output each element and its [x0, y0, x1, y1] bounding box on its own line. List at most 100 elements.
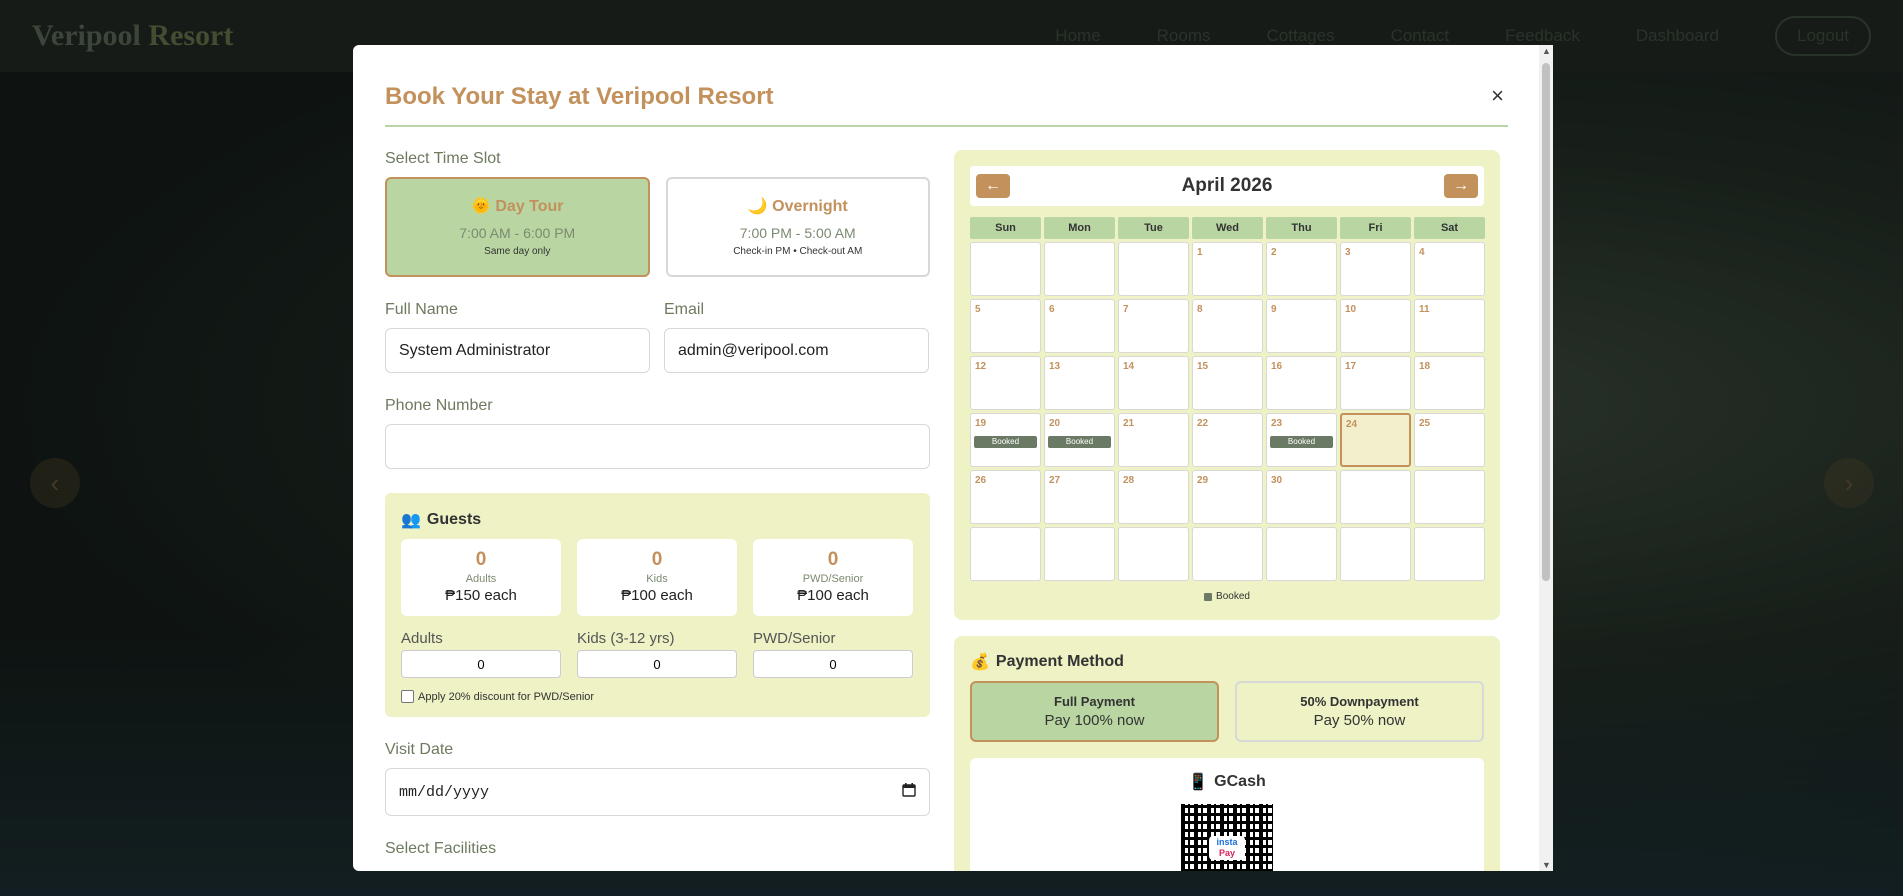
full-payment-option[interactable]: Full Payment Pay 100% now [970, 681, 1219, 742]
modal-content: Book Your Stay at Veripool Resort × Sele… [385, 45, 1508, 871]
kids-input[interactable]: 0 [577, 650, 737, 678]
instapay-logo: insta Pay [1209, 836, 1245, 860]
calendar-day[interactable]: 2 [1266, 242, 1337, 296]
slot-note: Check-in PM • Check-out AM [733, 246, 863, 257]
calendar-day[interactable]: 29 [1192, 470, 1263, 524]
kids-count: 0 [651, 549, 663, 570]
visit-date-input[interactable]: mm/dd/yyyy [385, 768, 930, 816]
day-number: 7 [1123, 304, 1129, 315]
calendar-day[interactable]: 18 [1414, 356, 1485, 410]
weekday-sat: Sat [1414, 217, 1485, 239]
day-number: 8 [1197, 304, 1203, 315]
modal-scrollbar[interactable]: ▲ ▼ [1539, 45, 1553, 871]
calendar-day[interactable]: 12 [970, 356, 1041, 410]
adults-count: 0 [475, 549, 487, 570]
calendar-day[interactable]: 10 [1340, 299, 1411, 353]
calendar-day[interactable]: 22 [1192, 413, 1263, 467]
modal-title: Book Your Stay at Veripool Resort [385, 83, 774, 110]
prev-month-button[interactable]: ← [976, 174, 1010, 198]
day-number: 24 [1346, 419, 1358, 430]
calendar-day[interactable]: 6 [1044, 299, 1115, 353]
scroll-down-icon[interactable]: ▼ [1542, 860, 1551, 870]
kids-input-label: Kids (3-12 yrs) [577, 630, 675, 647]
close-button[interactable]: × [1491, 83, 1504, 109]
day-number: 2 [1271, 247, 1277, 258]
calendar-day[interactable]: 21 [1118, 413, 1189, 467]
day-number: 5 [975, 304, 981, 315]
calendar-day[interactable]: 30 [1266, 470, 1337, 524]
calendar-day[interactable]: 27 [1044, 470, 1115, 524]
adults-type: Adults [465, 573, 497, 585]
weekday-thu: Thu [1266, 217, 1337, 239]
adults-input[interactable]: 0 [401, 650, 561, 678]
slot-day-tour[interactable]: 🌞 Day Tour 7:00 AM - 6:00 PM Same day on… [385, 177, 650, 277]
calendar-day[interactable]: 23 Booked [1266, 413, 1337, 467]
calendar-day[interactable]: 24 [1340, 413, 1411, 467]
calendar-day[interactable]: 9 [1266, 299, 1337, 353]
name-email-row: Full Name System Administrator Email adm… [385, 301, 930, 373]
availability-calendar: ← April 2026 → Sun Mon Tue Wed Thu Fri Sat 123… [954, 150, 1500, 620]
calendar-day[interactable]: 7 [1118, 299, 1189, 353]
calendar-day[interactable]: 4 [1414, 242, 1485, 296]
phone-label: Phone Number [385, 397, 493, 414]
day-number: 13 [1049, 361, 1061, 372]
calendar-day[interactable]: 3 [1340, 242, 1411, 296]
calendar-day[interactable]: 5 [970, 299, 1041, 353]
calendar-empty-cell [1192, 527, 1263, 581]
calendar-empty-cell [970, 527, 1041, 581]
calendar-icon[interactable] [902, 782, 916, 802]
calendar-day[interactable]: 11 [1414, 299, 1485, 353]
gcash-card: 📱 GCash insta Pay [970, 758, 1484, 871]
discount-checkbox[interactable] [401, 690, 414, 703]
calendar-legend: Booked [970, 591, 1484, 602]
payment-options: Full Payment Pay 100% now 50% Downpaymen… [970, 681, 1484, 742]
calendar-empty-cell [1044, 527, 1115, 581]
pwd-type: PWD/Senior [802, 573, 864, 585]
adults-price: ₱150 each [445, 587, 517, 604]
downpayment-option[interactable]: 50% Downpayment Pay 50% now [1235, 681, 1484, 742]
email-label: Email [664, 301, 705, 318]
calendar-day[interactable]: 17 [1340, 356, 1411, 410]
slot-overnight[interactable]: 🌙 Overnight 7:00 PM - 5:00 AM Check-in P… [665, 177, 930, 277]
option-head: 50% Downpayment [1300, 694, 1419, 709]
calendar-day[interactable]: 20 Booked [1044, 413, 1115, 467]
calendar-day[interactable]: 19 Booked [970, 413, 1041, 467]
next-month-button[interactable]: → [1443, 174, 1478, 198]
day-number: 11 [1419, 304, 1430, 315]
calendar-empty-cell [970, 242, 1041, 296]
kids-type: Kids [646, 573, 668, 585]
calendar-day[interactable]: 26 [970, 470, 1041, 524]
adults-card: 0 Adults ₱150 each [401, 539, 561, 616]
calendar-day[interactable]: 28 [1118, 470, 1189, 524]
weekday-mon: Mon [1044, 217, 1115, 239]
phone-input[interactable] [385, 424, 930, 469]
calendar-day[interactable]: 15 [1192, 356, 1263, 410]
email-input[interactable]: admin@veripool.com [664, 328, 929, 373]
guest-summary-cards: 0 Adults ₱150 each 0 Kids ₱100 each 0 PW… [401, 539, 914, 616]
full-name-input[interactable]: System Administrator [385, 328, 650, 373]
calendar-day[interactable]: 14 [1118, 356, 1189, 410]
guest-inputs: Adults 0 Kids (3-12 yrs) 0 PWD/Senior 0 [401, 630, 914, 678]
calendar-day[interactable]: 25 [1414, 413, 1485, 467]
calendar-day[interactable]: 8 [1192, 299, 1263, 353]
kids-card: 0 Kids ₱100 each [577, 539, 737, 616]
day-number: 19 [975, 418, 987, 429]
calendar-day[interactable]: 13 [1044, 356, 1115, 410]
booked-badge: Booked [974, 436, 1037, 448]
calendar-empty-cell [1118, 242, 1189, 296]
pwd-input-label: PWD/Senior [753, 630, 836, 647]
day-number: 21 [1123, 418, 1135, 429]
pwd-input[interactable]: 0 [753, 650, 913, 678]
weekday-wed: Wed [1192, 217, 1263, 239]
guests-title: Guests [426, 511, 482, 528]
moon-icon: 🌙 [747, 198, 768, 215]
slot-time: 7:00 PM - 5:00 AM [739, 225, 856, 241]
scroll-up-icon[interactable]: ▲ [1542, 46, 1551, 56]
day-number: 23 [1271, 418, 1283, 429]
visit-date-group: Visit Date mm/dd/yyyy [385, 741, 930, 816]
adults-input-label: Adults [401, 630, 443, 647]
full-name-group: Full Name System Administrator [385, 301, 650, 373]
calendar-day[interactable]: 1 [1192, 242, 1263, 296]
calendar-day[interactable]: 16 [1266, 356, 1337, 410]
scrollbar-thumb[interactable] [1542, 63, 1550, 581]
